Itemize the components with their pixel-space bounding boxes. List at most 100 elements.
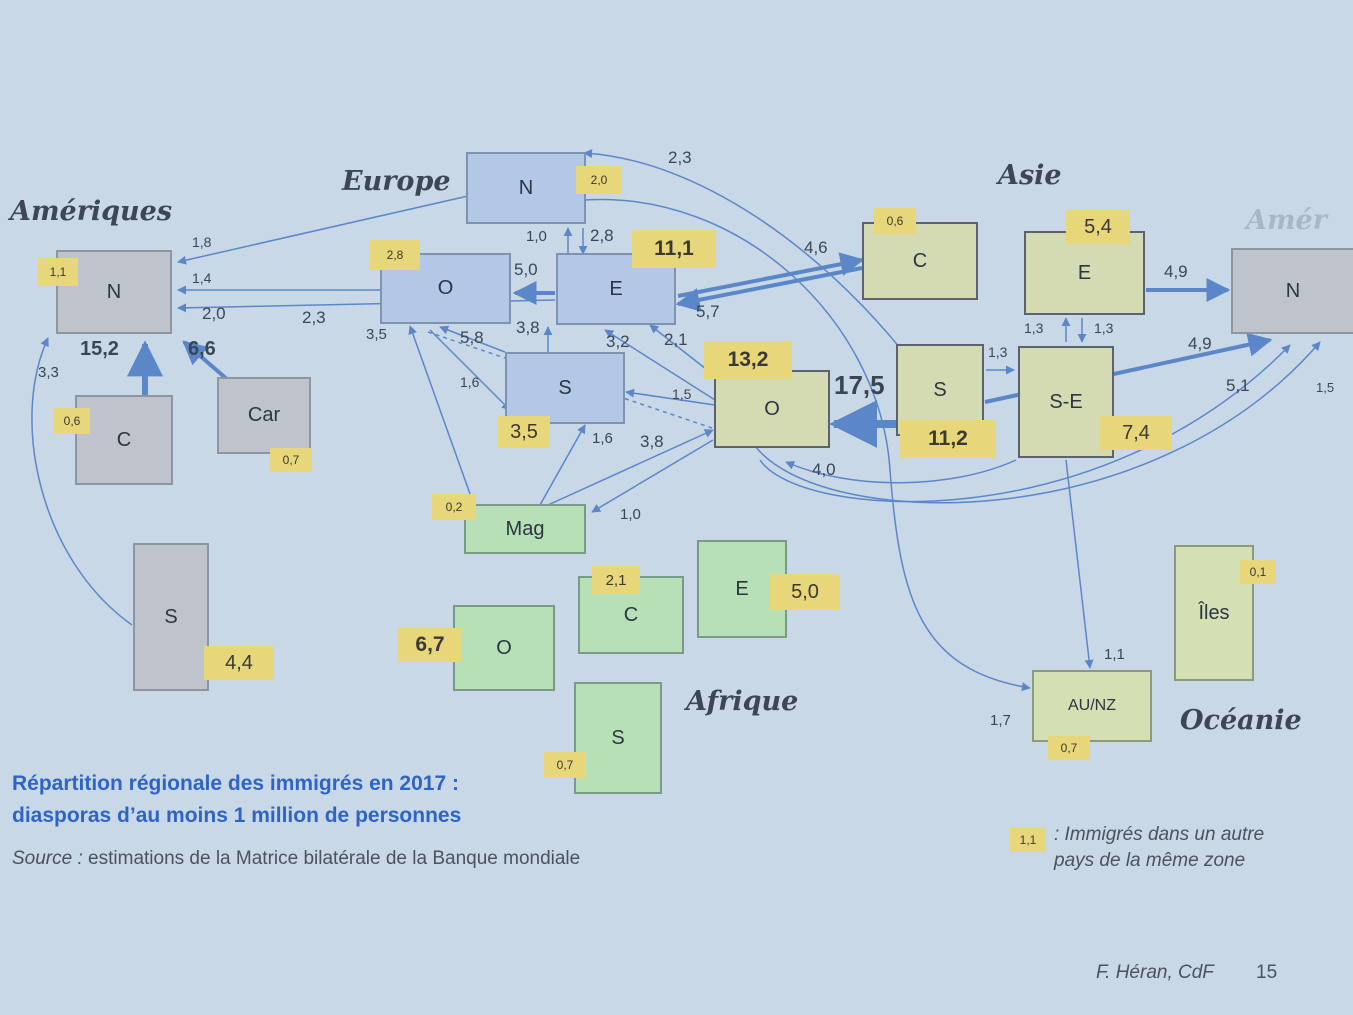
intra-zone-tag: 5,4 bbox=[1066, 210, 1130, 244]
node-label: O bbox=[764, 397, 780, 420]
node-label: N bbox=[1285, 279, 1301, 302]
node-label: N bbox=[106, 280, 122, 303]
flow-value: 1,7 bbox=[990, 712, 1011, 729]
flow-value: 3,8 bbox=[516, 318, 540, 337]
source-text: estimations de la Matrice bilatérale de … bbox=[82, 848, 581, 869]
flow-value: 15,2 bbox=[80, 338, 119, 360]
flow-value: 4,6 bbox=[804, 238, 828, 257]
intra-zone-tag: 5,0 bbox=[770, 574, 840, 610]
region-europe: Europe bbox=[342, 166, 451, 197]
node-label: O bbox=[496, 636, 512, 659]
flow-value: 3,3 bbox=[38, 364, 59, 381]
flow-value: 2,3 bbox=[302, 308, 326, 327]
intra-zone-tag: 13,2 bbox=[704, 341, 792, 379]
flow-value: 5,7 bbox=[696, 302, 720, 321]
intra-zone-tag: 3,5 bbox=[498, 416, 550, 448]
flow-value: 1,1 bbox=[1104, 646, 1125, 663]
flow-value: 1,3 bbox=[1024, 320, 1044, 336]
flow-value: 1,0 bbox=[620, 506, 641, 523]
intra-zone-tag: 0,7 bbox=[270, 448, 312, 472]
node-label: S bbox=[164, 605, 178, 628]
node-label: Car bbox=[247, 404, 281, 426]
flow-value: 1,5 bbox=[672, 386, 692, 402]
flow-arrow bbox=[675, 266, 863, 312]
node-label: C bbox=[912, 249, 928, 272]
node-label: C bbox=[116, 428, 132, 451]
node-label: N bbox=[518, 176, 534, 199]
node-americas-caribbean: Car bbox=[217, 377, 311, 454]
node-label: C bbox=[623, 603, 639, 626]
source-note: Source : estimations de la Matrice bilat… bbox=[12, 848, 580, 870]
node-label: O bbox=[437, 277, 454, 299]
intra-zone-tag: 2,8 bbox=[370, 240, 420, 270]
flow-value: 3,2 bbox=[606, 332, 630, 351]
intra-zone-tag: 2,1 bbox=[592, 566, 640, 594]
caption-title: Répartition régionale des immigrés en 20… bbox=[12, 772, 459, 795]
flow-value: 2,8 bbox=[590, 226, 614, 245]
intra-zone-tag: 4,4 bbox=[204, 646, 274, 680]
intra-zone-tag: 6,7 bbox=[398, 628, 462, 662]
intra-zone-tag: 11,2 bbox=[900, 420, 996, 458]
region-asia: Asie bbox=[998, 160, 1062, 191]
legend-line1: : Immigrés dans un autre bbox=[1054, 824, 1265, 845]
flow-arrow bbox=[547, 429, 714, 506]
flow-value: 2,1 bbox=[664, 330, 688, 349]
credit-author: F. Héran, CdF bbox=[1096, 962, 1214, 983]
flow-value: 4,0 bbox=[812, 460, 836, 479]
flow-value: 5,0 bbox=[514, 260, 538, 279]
caption-subtitle: diasporas d’au moins 1 million de person… bbox=[12, 804, 462, 827]
node-americas-south: S bbox=[133, 543, 209, 691]
node-label: S-E bbox=[1049, 390, 1083, 413]
node-label: AU/NZ bbox=[1068, 697, 1116, 714]
intra-zone-tag: 0,2 bbox=[432, 494, 476, 520]
node-label: E bbox=[735, 577, 749, 600]
node-label: Îles bbox=[1198, 601, 1230, 624]
intra-zone-tag: 7,4 bbox=[1100, 416, 1172, 450]
flow-value: 2,0 bbox=[202, 304, 226, 323]
legend-sample-tag: 1,1 bbox=[1010, 828, 1046, 852]
region-americas-right: Amér bbox=[1246, 205, 1327, 236]
intra-zone-tag: 0,7 bbox=[1048, 736, 1090, 760]
flow-value: 3,5 bbox=[366, 326, 387, 343]
flow-value: 1,5 bbox=[1316, 380, 1335, 395]
flow-value: 1,6 bbox=[592, 430, 613, 447]
page-number: 15 bbox=[1256, 962, 1278, 983]
node-africa-west: O bbox=[453, 605, 555, 691]
node-label: Mag bbox=[505, 517, 545, 540]
flow-value: 1,3 bbox=[988, 344, 1008, 360]
flow-arrow bbox=[1065, 459, 1094, 669]
flow-value: 2,3 bbox=[668, 148, 692, 167]
flow-value: 1,8 bbox=[192, 234, 212, 250]
flow-value: 4,9 bbox=[1188, 334, 1212, 353]
node-africa-maghreb: Mag bbox=[464, 504, 586, 554]
node-americas-north-right: N bbox=[1231, 248, 1353, 334]
flow-value: 1,3 bbox=[1094, 320, 1114, 336]
node-oceania-aunz: AU/NZ bbox=[1032, 670, 1152, 742]
region-oceania: Océanie bbox=[1180, 705, 1302, 736]
source-label: Source : bbox=[12, 848, 83, 869]
node-label: S bbox=[611, 726, 625, 749]
region-americas: Amériques bbox=[10, 196, 173, 227]
intra-zone-tag: 2,0 bbox=[576, 166, 622, 194]
node-europe-south: S bbox=[505, 352, 625, 424]
flow-value: 6,6 bbox=[188, 338, 216, 360]
flow-value: 17,5 bbox=[834, 370, 885, 400]
node-label: S bbox=[558, 376, 572, 399]
flow-arrow bbox=[408, 325, 475, 506]
node-europe-north: N bbox=[466, 152, 586, 224]
flow-value: 5,1 bbox=[1226, 376, 1250, 395]
slide: Amériques Amér Europe Asie Afrique Océan… bbox=[0, 0, 1353, 1015]
node-label: S bbox=[933, 378, 947, 401]
node-asia-west: O bbox=[714, 370, 830, 448]
flow-value: 1,4 bbox=[192, 270, 212, 286]
intra-zone-tag: 0,1 bbox=[1240, 560, 1276, 584]
flow-value: 3,8 bbox=[640, 432, 664, 451]
node-africa-south: S bbox=[574, 682, 662, 794]
flow-value: 4,9 bbox=[1164, 262, 1188, 281]
intra-zone-tag: 0,7 bbox=[544, 752, 586, 778]
flow-value: 1,6 bbox=[460, 374, 480, 390]
node-label: E bbox=[1077, 261, 1092, 284]
flow-value: 5,8 bbox=[460, 328, 484, 347]
intra-zone-tag: 0,6 bbox=[874, 208, 916, 234]
intra-zone-tag: 11,1 bbox=[632, 230, 716, 268]
